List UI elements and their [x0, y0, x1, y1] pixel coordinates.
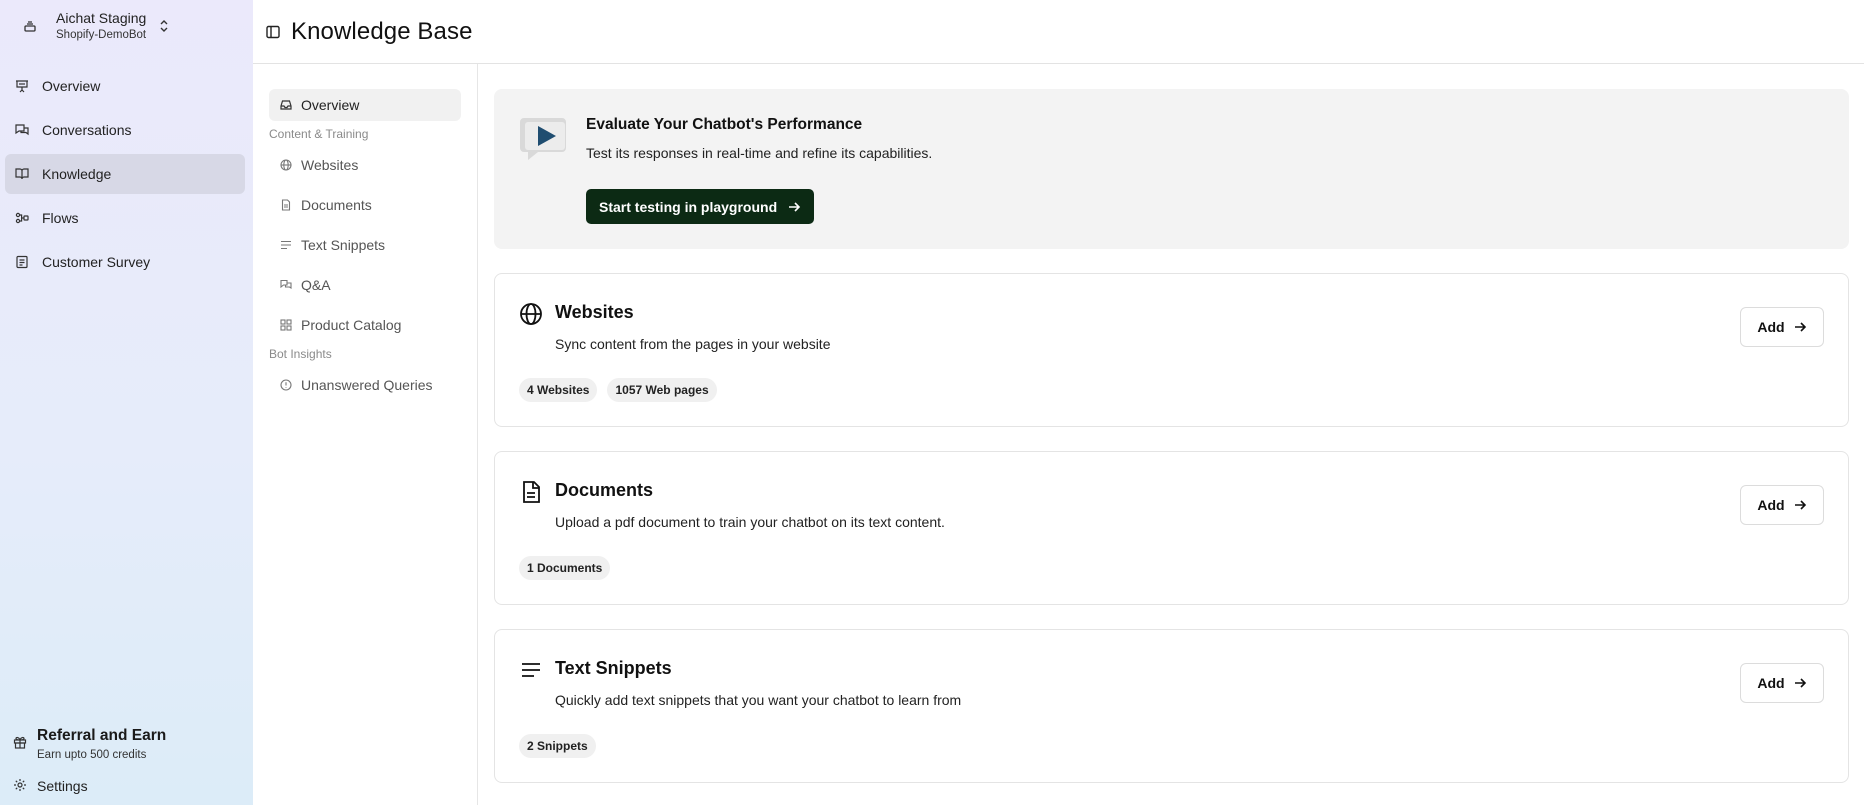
book-icon [14, 166, 30, 182]
main-content: Evaluate Your Chatbot's Performance Test… [494, 89, 1849, 783]
page-title: Knowledge Base [291, 17, 473, 45]
chat-bubbles-icon [279, 278, 293, 292]
document-icon [519, 480, 545, 506]
bot-name: Shopify-DemoBot [56, 28, 147, 41]
gift-icon [13, 735, 29, 751]
stat-badge: 4 Websites [519, 378, 598, 402]
globe-icon [279, 158, 293, 172]
main-sidebar: Aichat Staging Shopify-DemoBot Overview … [0, 0, 253, 805]
flow-icon [14, 210, 30, 226]
arrow-right-icon [1793, 320, 1807, 334]
sidebar-toggle-icon[interactable] [265, 24, 281, 40]
promo-subtitle: Test its responses in real-time and refi… [586, 145, 933, 161]
documents-card: Documents Upload a pdf document to train… [494, 451, 1849, 605]
sidebar-item-customer-survey[interactable]: Customer Survey [5, 242, 245, 282]
stat-badge: 1 Documents [519, 556, 611, 580]
page-header: Knowledge Base [253, 0, 1864, 64]
start-testing-label: Start testing in playground [599, 198, 778, 215]
subnav-item-websites[interactable]: Websites [269, 149, 461, 181]
workspace-name: Aichat Staging [56, 9, 147, 26]
globe-icon [519, 302, 545, 328]
referral-link[interactable]: Referral and Earn Earn upto 500 credits [13, 725, 243, 763]
subnav-item-qa[interactable]: Q&A [269, 269, 461, 301]
arrow-right-icon [787, 200, 801, 214]
documents-stats: 1 Documents [519, 556, 620, 580]
card-title: Documents [555, 480, 654, 500]
inbox-icon [279, 98, 293, 112]
add-document-button[interactable]: Add [1740, 485, 1824, 525]
subnav-label: Q&A [301, 277, 331, 293]
subnav-item-text-snippets[interactable]: Text Snippets [269, 229, 461, 261]
add-snippet-button[interactable]: Add [1740, 663, 1824, 703]
chat-icon [14, 122, 30, 138]
sidebar-item-label: Overview [42, 78, 101, 94]
card-title: Text Snippets [555, 658, 672, 678]
snippets-stats: 2 Snippets [519, 734, 606, 758]
arrow-right-icon [1793, 676, 1807, 690]
referral-title: Referral and Earn [37, 727, 167, 744]
settings-link[interactable]: Settings [13, 778, 88, 794]
playground-promo: Evaluate Your Chatbot's Performance Test… [494, 89, 1849, 249]
workspace-switcher[interactable]: Aichat Staging Shopify-DemoBot [22, 8, 242, 44]
card-description: Quickly add text snippets that you want … [555, 692, 962, 708]
promo-title: Evaluate Your Chatbot's Performance [586, 116, 863, 133]
info-circle-icon [279, 378, 293, 392]
sidebar-item-label: Knowledge [42, 166, 112, 182]
card-description: Upload a pdf document to train your chat… [555, 514, 945, 530]
subnav-label: Unanswered Queries [301, 377, 433, 393]
subnav-label: Text Snippets [301, 237, 386, 253]
document-icon [279, 198, 293, 212]
stack-icon [22, 18, 38, 34]
arrow-right-icon [1793, 498, 1807, 512]
start-testing-button[interactable]: Start testing in playground [586, 189, 815, 224]
stat-badge: 1057 Web pages [607, 378, 717, 402]
grid-icon [279, 318, 293, 332]
sidebar-item-label: Customer Survey [42, 254, 151, 270]
add-label: Add [1757, 675, 1785, 691]
websites-card: Websites Sync content from the pages in … [494, 273, 1849, 427]
play-icon [518, 114, 570, 164]
text-snippets-card: Text Snippets Quickly add text snippets … [494, 629, 1849, 783]
text-lines-icon [519, 658, 545, 684]
add-website-button[interactable]: Add [1740, 307, 1824, 347]
knowledge-subnav: Overview Content & Training Websites Doc… [253, 64, 478, 805]
chevron-up-down-icon [158, 17, 170, 35]
subnav-label: Overview [301, 97, 360, 113]
gear-icon [13, 778, 29, 794]
text-lines-icon [279, 238, 293, 252]
sidebar-item-conversations[interactable]: Conversations [5, 110, 245, 150]
survey-icon [14, 254, 30, 270]
sidebar-item-overview[interactable]: Overview [5, 66, 245, 106]
section-content-training: Content & Training [269, 127, 369, 141]
stat-badge: 2 Snippets [519, 734, 596, 758]
referral-subtitle: Earn upto 500 credits [37, 749, 147, 761]
sidebar-item-label: Flows [42, 210, 79, 226]
sidebar-item-label: Conversations [42, 122, 132, 138]
subnav-item-unanswered-queries[interactable]: Unanswered Queries [269, 369, 461, 401]
websites-stats: 4 Websites 1057 Web pages [519, 378, 727, 402]
settings-label: Settings [37, 778, 88, 794]
card-description: Sync content from the pages in your webs… [555, 336, 831, 352]
subnav-item-overview[interactable]: Overview [269, 89, 461, 121]
section-bot-insights: Bot Insights [269, 347, 332, 361]
sidebar-nav: Overview Conversations Knowledge Flows C… [5, 66, 245, 286]
subnav-item-product-catalog[interactable]: Product Catalog [269, 309, 461, 341]
add-label: Add [1757, 497, 1785, 513]
subnav-item-documents[interactable]: Documents [269, 189, 461, 221]
subnav-label: Websites [301, 157, 359, 173]
card-title: Websites [555, 302, 634, 322]
subnav-label: Product Catalog [301, 317, 402, 333]
subnav-label: Documents [301, 197, 372, 213]
presentation-icon [14, 78, 30, 94]
sidebar-item-flows[interactable]: Flows [5, 198, 245, 238]
add-label: Add [1757, 319, 1785, 335]
sidebar-item-knowledge[interactable]: Knowledge [5, 154, 245, 194]
